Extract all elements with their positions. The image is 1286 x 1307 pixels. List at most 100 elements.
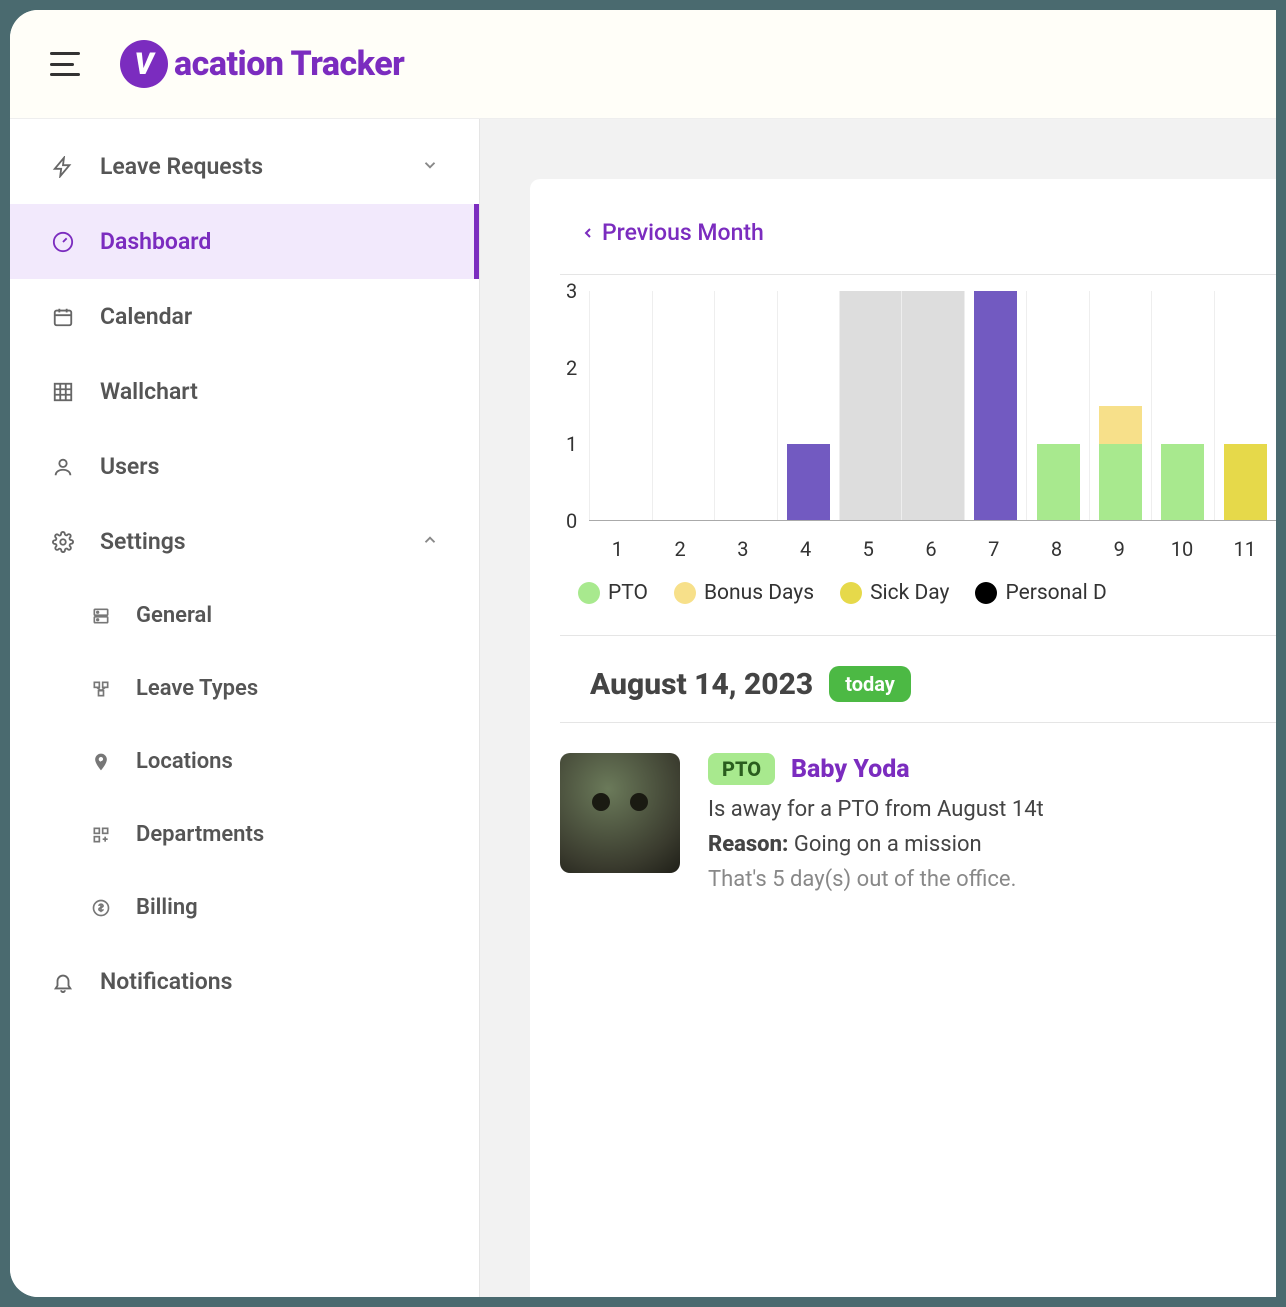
chart-bar-column[interactable] — [1089, 291, 1151, 520]
legend-swatch — [674, 582, 696, 604]
divider — [560, 635, 1276, 636]
menu-toggle-icon[interactable] — [50, 52, 80, 76]
chart-plot — [589, 291, 1276, 521]
sidebar-item-wallchart[interactable]: Wallchart — [10, 354, 479, 429]
legend-item[interactable]: Bonus Days — [674, 581, 814, 605]
nav-label: General — [136, 603, 212, 628]
nav-label: Calendar — [100, 303, 192, 330]
chart-bar-column[interactable] — [589, 291, 651, 520]
x-tick: 5 — [837, 537, 900, 561]
legend-swatch — [578, 582, 600, 604]
chart-bar-column[interactable] — [777, 291, 839, 520]
sidebar-item-settings[interactable]: Settings — [10, 504, 479, 579]
divider — [560, 722, 1276, 723]
person-name-link[interactable]: Baby Yoda — [791, 755, 910, 784]
bar-segment — [974, 291, 1017, 520]
sidebar-item-dashboard[interactable]: Dashboard — [10, 204, 479, 279]
dashboard-card: Previous Month 3210 1234567891011 PTOBon… — [530, 179, 1276, 1297]
chevron-down-icon — [421, 153, 439, 180]
sidebar-item-leave-types[interactable]: Leave Types — [50, 652, 479, 725]
chart-y-axis: 3210 — [566, 291, 577, 521]
x-tick: 10 — [1151, 537, 1214, 561]
legend-swatch — [840, 582, 862, 604]
bar-segment — [787, 444, 830, 520]
sidebar-item-leave-requests[interactable]: Leave Requests — [10, 129, 479, 204]
server-icon — [90, 605, 112, 627]
nav-label: Leave Types — [136, 676, 258, 701]
nav-label: Users — [100, 453, 159, 480]
settings-subitems: General Leave Types Locations — [10, 579, 479, 944]
legend-label: Bonus Days — [704, 581, 814, 605]
bell-icon — [50, 969, 76, 995]
legend-item[interactable]: Sick Day — [840, 581, 949, 605]
legend-label: Personal D — [1005, 581, 1106, 605]
x-tick: 4 — [774, 537, 837, 561]
prev-month-link[interactable]: Previous Month — [560, 219, 764, 246]
x-tick: 1 — [586, 537, 649, 561]
leave-type-badge: PTO — [708, 753, 775, 785]
chart-bar-column[interactable] — [901, 291, 963, 520]
reason-label: Reason: — [708, 832, 788, 857]
sidebar-item-general[interactable]: General — [50, 579, 479, 652]
app-logo[interactable]: V acation Tracker — [120, 40, 404, 88]
bar-segment — [1161, 444, 1204, 520]
nav-label: Billing — [136, 895, 198, 920]
leave-chart: 3210 — [560, 291, 1276, 521]
app-title: acation Tracker — [174, 44, 404, 84]
chevron-up-icon — [421, 528, 439, 555]
lightning-icon — [50, 154, 76, 180]
sidebar-item-billing[interactable]: Billing — [50, 871, 479, 944]
reason-line: Reason: Going on a mission — [708, 832, 1276, 857]
logo-icon: V — [120, 40, 168, 88]
nav-label: Locations — [136, 749, 233, 774]
chart-x-axis: 1234567891011 — [560, 537, 1276, 561]
sidebar-item-calendar[interactable]: Calendar — [10, 279, 479, 354]
x-tick: 3 — [711, 537, 774, 561]
avatar[interactable] — [560, 753, 680, 873]
x-tick: 2 — [649, 537, 712, 561]
sidebar-item-notifications[interactable]: Notifications — [10, 944, 479, 1019]
chart-bar-column[interactable] — [1214, 291, 1276, 520]
chart-legend: PTO Bonus Days Sick Day Personal D — [560, 581, 1276, 605]
sidebar-item-locations[interactable]: Locations — [50, 725, 479, 798]
sidebar-item-users[interactable]: Users — [10, 429, 479, 504]
chevron-left-icon — [580, 225, 596, 241]
chart-bar-column[interactable] — [652, 291, 714, 520]
apps-icon — [90, 824, 112, 846]
divider — [560, 274, 1276, 275]
main-content: Previous Month 3210 1234567891011 PTOBon… — [480, 119, 1276, 1297]
chart-bar-column[interactable] — [964, 291, 1026, 520]
gauge-icon — [50, 229, 76, 255]
nav-label: Leave Requests — [100, 153, 263, 180]
bar-segment — [1099, 406, 1142, 444]
x-tick: 7 — [962, 537, 1025, 561]
x-tick: 8 — [1025, 537, 1088, 561]
legend-swatch — [975, 582, 997, 604]
user-icon — [50, 454, 76, 480]
legend-label: PTO — [608, 581, 648, 605]
chart-bar-column[interactable] — [839, 291, 901, 520]
legend-item[interactable]: Personal D — [975, 581, 1106, 605]
calendar-icon — [50, 304, 76, 330]
nav-label: Dashboard — [100, 228, 211, 255]
sidebar: Leave Requests Dashboard Calendar — [10, 119, 480, 1297]
bar-segment — [1224, 444, 1267, 520]
chart-bar-column[interactable] — [714, 291, 776, 520]
dollar-icon — [90, 897, 112, 919]
prev-month-label: Previous Month — [602, 219, 764, 246]
location-icon — [90, 751, 112, 773]
sidebar-item-departments[interactable]: Departments — [50, 798, 479, 871]
x-tick: 6 — [900, 537, 963, 561]
leave-entry: PTO Baby Yoda Is away for a PTO from Aug… — [560, 753, 1276, 892]
nav-label: Notifications — [100, 968, 232, 995]
legend-label: Sick Day — [870, 581, 949, 605]
duration-text: That's 5 day(s) out of the office. — [708, 867, 1276, 892]
x-tick: 9 — [1088, 537, 1151, 561]
chart-bar-column[interactable] — [1026, 291, 1088, 520]
chart-bar-column[interactable] — [1151, 291, 1213, 520]
app-header: V acation Tracker — [10, 10, 1276, 119]
x-tick: 11 — [1213, 537, 1276, 561]
bar-segment — [1099, 444, 1142, 520]
bar-segment — [1037, 444, 1080, 520]
legend-item[interactable]: PTO — [578, 581, 648, 605]
